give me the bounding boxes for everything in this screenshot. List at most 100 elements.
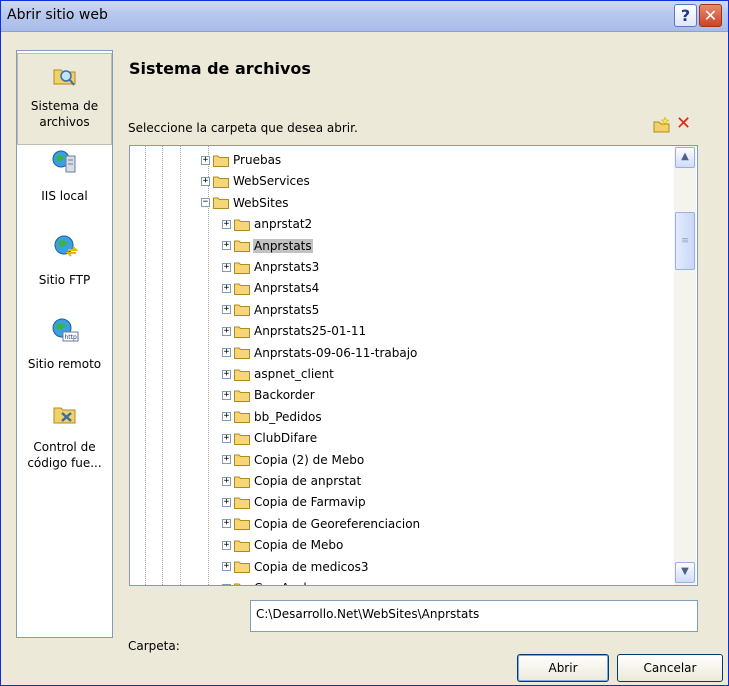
expand-icon[interactable]: + — [222, 540, 231, 550]
folder-label: Carpeta: — [128, 639, 180, 653]
expand-icon[interactable]: + — [222, 583, 231, 585]
tree-guide-line — [180, 146, 181, 585]
tree-item-label: Copia de anprstat — [254, 474, 362, 488]
tree-item[interactable]: + ClubDifare — [222, 428, 318, 448]
tree-item[interactable]: + Copia de medicos3 — [222, 557, 370, 577]
tree-item[interactable]: + CruzAzul — [222, 578, 308, 585]
tree-item-label: bb_Pedidos — [254, 409, 322, 424]
tree-item[interactable]: + Copia (2) de Mebo — [222, 450, 365, 470]
folder-search-icon — [53, 69, 75, 86]
expand-icon[interactable]: + — [222, 412, 231, 422]
tree-item-label: Anprstats3 — [254, 260, 320, 274]
tree-item[interactable]: + Anprstats — [222, 236, 313, 256]
folder-icon — [234, 369, 250, 381]
tree-item-label: Anprstats5 — [254, 302, 320, 317]
cancel-button[interactable]: Cancelar — [617, 654, 723, 682]
tree-item[interactable]: + Anprstats25-01-11 — [222, 321, 367, 341]
tree-item[interactable]: + Anprstats-09-06-11-trabajo — [222, 343, 418, 363]
folder-icon — [234, 219, 250, 231]
sidebar-item-source-control[interactable]: Control de código fue... — [17, 401, 112, 491]
expand-icon[interactable]: + — [201, 155, 210, 165]
tree-item-label: Pruebas — [233, 153, 282, 167]
sidebar-item-label: Sitio FTP — [38, 273, 91, 287]
sidebar-item-ftp[interactable]: Sitio FTP — [17, 233, 112, 303]
scroll-up-button[interactable]: ▲ — [675, 147, 695, 168]
expand-icon[interactable]: + — [222, 262, 231, 272]
tree-item[interactable]: + Anprstats4 — [222, 278, 320, 298]
sidebar-item-label: IIS local — [41, 189, 88, 203]
source-control-icon — [53, 407, 75, 424]
expand-icon[interactable]: + — [222, 562, 231, 572]
folder-icon — [234, 518, 250, 531]
tree-item-label: Backorder — [254, 388, 315, 403]
folder-icon — [213, 176, 229, 188]
tree-item-label: aspnet_client — [254, 367, 334, 381]
sidebar-item-label: Control de código fue... — [27, 440, 102, 470]
tree-item[interactable]: + Anprstats5 — [222, 300, 320, 320]
tree-item[interactable]: + Copia de anprstat — [222, 471, 362, 491]
open-button[interactable]: Abrir — [517, 654, 609, 682]
expand-icon[interactable]: + — [201, 176, 210, 186]
expand-icon[interactable]: + — [222, 369, 231, 379]
expand-icon[interactable]: + — [222, 305, 231, 315]
expand-icon[interactable]: + — [222, 219, 231, 229]
dialog-title: Abrir sitio web — [7, 7, 108, 23]
tree-item-label: Anprstats-09-06-11-trabajo — [254, 345, 418, 360]
folder-icon — [234, 476, 250, 488]
expand-icon[interactable]: + — [222, 326, 231, 336]
tree-item[interactable]: + anprstat2 — [222, 214, 313, 234]
tree-item[interactable]: + Anprstats3 — [222, 257, 320, 277]
expand-icon[interactable]: + — [222, 390, 231, 400]
tree-item-label: Copia de medicos3 — [254, 559, 369, 574]
tree-item-label: WebSites — [233, 195, 289, 210]
folder-path-input[interactable]: C:\Desarrollo.Net\WebSites\Anprstats — [250, 600, 698, 632]
tree-item[interactable]: + aspnet_client — [222, 364, 335, 384]
scroll-thumb[interactable]: ≡ — [675, 212, 695, 270]
expand-icon[interactable]: + — [222, 241, 231, 251]
expand-icon[interactable]: + — [222, 519, 231, 529]
tree-item[interactable]: + WebServices — [201, 171, 311, 191]
sidebar-item-file-system[interactable]: Sistema de archivos — [17, 53, 112, 145]
tree-item[interactable]: + Backorder — [222, 385, 316, 405]
tree-item[interactable]: − WebSites — [201, 193, 289, 213]
tree-item[interactable]: + Pruebas — [201, 150, 282, 170]
folder-icon — [234, 304, 250, 317]
expand-icon[interactable]: + — [222, 433, 231, 443]
folder-icon — [234, 433, 250, 445]
folder-icon — [234, 390, 250, 402]
folder-icon — [234, 540, 250, 552]
svg-text:http:: http: — [64, 334, 78, 341]
folder-tree[interactable]: + Pruebas + WebServices − WebSites + anprstat2 +… — [129, 145, 698, 586]
folder-icon — [234, 411, 250, 424]
folder-icon — [234, 561, 250, 574]
tree-item[interactable]: + Copia de Georeferenciacion — [222, 514, 421, 534]
tree-item-label: Anprstats4 — [254, 281, 320, 296]
scroll-down-button[interactable]: ▼ — [675, 562, 695, 583]
sidebar-item-remote[interactable]: http: Sitio remoto — [17, 317, 112, 387]
new-folder-icon[interactable] — [653, 117, 671, 133]
expand-icon[interactable]: + — [222, 455, 231, 465]
tree-item-label: WebServices — [233, 174, 310, 189]
tree-item[interactable]: + Copia de Farmavip — [222, 492, 367, 512]
expand-icon[interactable]: + — [222, 348, 231, 358]
collapse-icon[interactable]: − — [201, 198, 210, 208]
page-title: Sistema de archivos — [129, 59, 311, 78]
title-bar[interactable]: Abrir sitio web ? ✕ — [1, 1, 728, 32]
close-button[interactable]: ✕ — [699, 4, 722, 27]
folder-icon — [234, 283, 250, 295]
folder-icon — [234, 240, 250, 253]
sidebar-item-iis-local[interactable]: IIS local — [17, 149, 112, 219]
iis-server-icon — [52, 150, 75, 173]
tree-item[interactable]: + bb_Pedidos — [222, 407, 323, 427]
help-button[interactable]: ? — [674, 4, 697, 27]
expand-icon[interactable]: + — [222, 283, 231, 293]
expand-icon[interactable]: + — [222, 476, 231, 486]
tree-item-label: Copia de Mebo — [254, 538, 344, 553]
expand-icon[interactable]: + — [222, 497, 231, 507]
tree-guide-line — [145, 146, 146, 585]
tree-scrollbar[interactable]: ▲ ≡ ▼ — [674, 146, 696, 585]
delete-icon[interactable]: ✕ — [676, 113, 691, 134]
http-globe-icon: http: — [52, 318, 78, 342]
tree-item-label: CruzAzul — [253, 581, 308, 585]
tree-item[interactable]: + Copia de Mebo — [222, 535, 344, 555]
